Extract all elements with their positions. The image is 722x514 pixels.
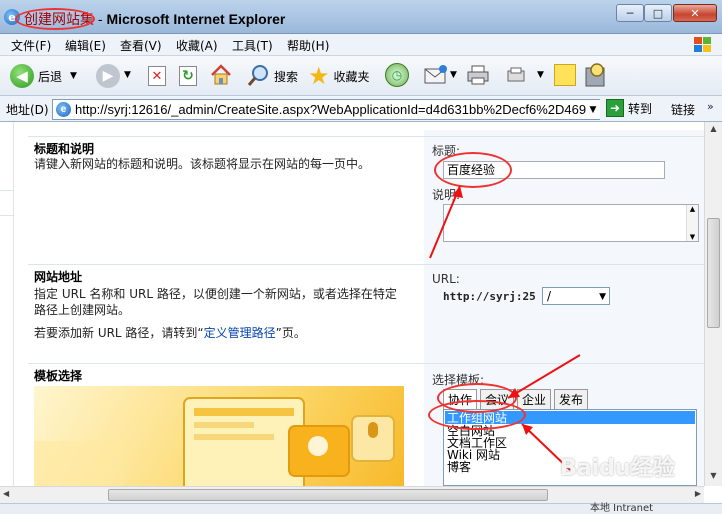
vertical-scrollbar[interactable]: ▲ ▼ <box>704 122 722 486</box>
annotation-arrowhead-title <box>452 186 463 198</box>
watermark: Baidu经验 <box>560 456 675 481</box>
annotation-arrow-tabs <box>507 354 581 399</box>
horizontal-scroll-thumb[interactable] <box>108 489 548 501</box>
vertical-scroll-thumb[interactable] <box>707 218 720 328</box>
scroll-up-icon[interactable]: ▲ <box>707 124 720 137</box>
annotation-arrow-title <box>429 185 461 259</box>
scroll-down-icon[interactable]: ▼ <box>707 471 720 484</box>
scroll-right-icon[interactable]: ▶ <box>695 489 701 498</box>
status-text: 本地 Intranet <box>590 503 654 514</box>
scroll-left-icon[interactable]: ◀ <box>3 489 9 498</box>
annotation-arrows <box>429 185 581 471</box>
status-bar: 本地 Intranet <box>0 503 722 514</box>
horizontal-scrollbar[interactable]: ◀ ▶ <box>0 486 704 503</box>
